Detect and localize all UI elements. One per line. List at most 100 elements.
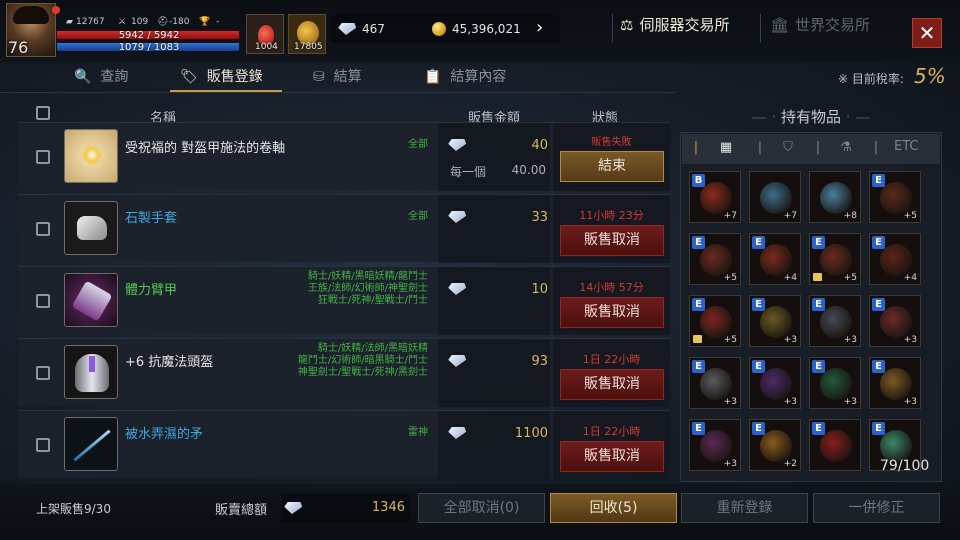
percent-icon: ※ [838,72,849,86]
tag-icon: 🏷 [180,69,198,85]
clipboard-icon: 📋 [424,69,442,85]
list-item[interactable]: 體力臂甲 騎士/妖精/黑暗妖精/龍鬥士 王族/法師/幻術師/神聖劍士 狂戰士/死… [18,266,670,335]
item-icon [820,306,852,338]
notification-dot [52,6,60,14]
row-checkbox[interactable] [36,294,50,308]
grid-icon[interactable]: ▦ [716,140,736,158]
tab-world-exchange[interactable]: 🏛 世界交易所 [770,14,870,35]
item-name: 體力臂甲 [125,283,178,298]
enchant-level: +3 [843,335,857,345]
item-grade-badge: E [872,174,885,187]
potion-slot[interactable]: 1004 [246,14,284,54]
inventory-slot[interactable]: B +7 [689,171,741,223]
item-grade-badge: E [812,236,825,249]
inventory-slot[interactable]: E +3 [689,357,741,409]
inventory-title-text: 持有物品 [780,108,841,126]
row-checkbox[interactable] [36,366,50,380]
inventory-slot[interactable]: +8 [809,171,861,223]
inventory-slot[interactable]: E +5 [689,233,741,285]
close-button[interactable]: ✕ [912,18,942,48]
inventory-slot[interactable]: E +5 [869,171,921,223]
status-text: 1日 22小時 [582,425,641,438]
row-checkbox[interactable] [36,222,50,236]
item-grade-badge: E [872,360,885,373]
inventory-slot[interactable]: +7 [749,171,801,223]
cancel-sale-button[interactable]: 販售取消 [560,441,664,472]
inventory-title: — · 持有物品 · — [751,108,871,126]
fix-all-button[interactable]: 一併修正 [813,493,940,523]
item-icon [760,182,792,214]
item-icon [880,244,912,276]
cancel-all-button[interactable]: 全部取消(0) [418,493,545,523]
close-icon: ✕ [918,21,936,45]
inventory-slot[interactable]: E +4 [869,233,921,285]
tab-settlement[interactable]: ⛁ 結算 [313,66,362,92]
enchant-level: +3 [723,397,737,407]
list-item[interactable]: 受祝福的 對盔甲施法的卷軸 全部 40 每一個 40.00 販售失敗 結束 [18,122,670,191]
item-class-line: 狂戰士/死神/聖戰士/鬥士 [317,295,428,306]
item-name: +6 抗魔法頭盔 [125,355,214,370]
row-checkbox[interactable] [36,438,50,452]
chevron-right-icon[interactable]: › [536,17,543,38]
item-grade-badge: E [872,298,885,311]
helmet-icon: ⛑ [157,17,169,27]
tax-label: ※ 目前稅率: [838,70,904,87]
lock-icon [693,335,702,343]
inventory-slot[interactable]: E +3 [869,357,921,409]
item-icon [700,306,732,338]
item-grade-badge: E [812,298,825,311]
item-grade-badge: E [752,298,765,311]
cancel-sale-button[interactable]: 販售取消 [560,369,664,400]
filter-all-marker: | [693,140,699,155]
inventory-slot[interactable]: E +5 [809,233,861,285]
enchant-level: +3 [783,397,797,407]
enchant-level: +5 [903,211,917,221]
inventory-slot[interactable]: E +3 [809,357,861,409]
item-class: 全部 [408,211,428,222]
inventory-slot[interactable]: E +3 [869,295,921,347]
divider: | [873,140,879,155]
list-item[interactable]: 被水弄濕的矛 雷神 1100 1日 22小時 販售取消 [18,410,670,479]
inventory-slot[interactable]: E +4 [749,233,801,285]
tab-sales-register[interactable]: 🏷 販售登錄 [170,66,282,92]
finish-button[interactable]: 結束 [560,151,664,182]
list-item[interactable]: +6 抗魔法頭盔 騎士/妖精/法師/黑暗妖精 龍鬥士/幻術師/暗黑騎士/鬥士 神… [18,338,670,407]
item-class-line: 王族/法師/幻術師/神聖劍士 [307,283,428,294]
select-all-checkbox[interactable] [36,106,50,120]
item-grade-badge: E [812,422,825,435]
inventory-slot[interactable]: E +2 [749,419,801,471]
recover-button[interactable]: 回收(5) [550,493,677,523]
item-class-line: 騎士/妖精/黑暗妖精/龍鬥士 [307,271,428,282]
inventory-slot[interactable]: E +3 [689,419,741,471]
enchant-level: +3 [903,335,917,345]
shield-icon[interactable]: ⛉ [778,140,798,158]
list-item[interactable]: 石製手套 全部 33 11小時 23分 販售取消 [18,194,670,263]
cancel-sale-button[interactable]: 販售取消 [560,225,664,256]
enchant-level: +7 [783,211,797,221]
status-text: 11小時 23分 [579,209,644,222]
tab-search[interactable]: 🔍 查詢 [74,66,128,92]
row-checkbox[interactable] [36,150,50,164]
item-icon [700,244,732,276]
inventory-slot[interactable]: E +3 [749,357,801,409]
item-name: 受祝福的 對盔甲施法的卷軸 [125,141,286,156]
enchant-level: +3 [783,335,797,345]
enchant-level: +3 [843,397,857,407]
cancel-sale-button[interactable]: 販售取消 [560,297,664,328]
inventory-slot[interactable]: E [809,419,861,471]
coins-icon: ⛁ [313,69,325,85]
tab-server-exchange[interactable]: ⚖ 伺服器交易所 [620,14,729,35]
tab-settlement-detail[interactable]: 📋 結算內容 [424,66,506,92]
tab-search-label: 查詢 [100,69,129,85]
item-grade-badge: E [752,236,765,249]
filter-etc-tab[interactable]: ETC [894,139,918,154]
item-grade-badge: E [872,422,885,435]
total-sales-label: 販賣總額 [215,503,268,518]
inventory-slot[interactable]: E +5 [689,295,741,347]
tab-settlement-detail-label: 結算內容 [450,69,507,85]
inventory-slot[interactable]: E +3 [749,295,801,347]
relist-button[interactable]: 重新登錄 [681,493,808,523]
potion-icon[interactable]: ⚗ [836,140,856,158]
scroll-slot[interactable]: 17805 [288,14,326,54]
inventory-slot[interactable]: E +3 [809,295,861,347]
